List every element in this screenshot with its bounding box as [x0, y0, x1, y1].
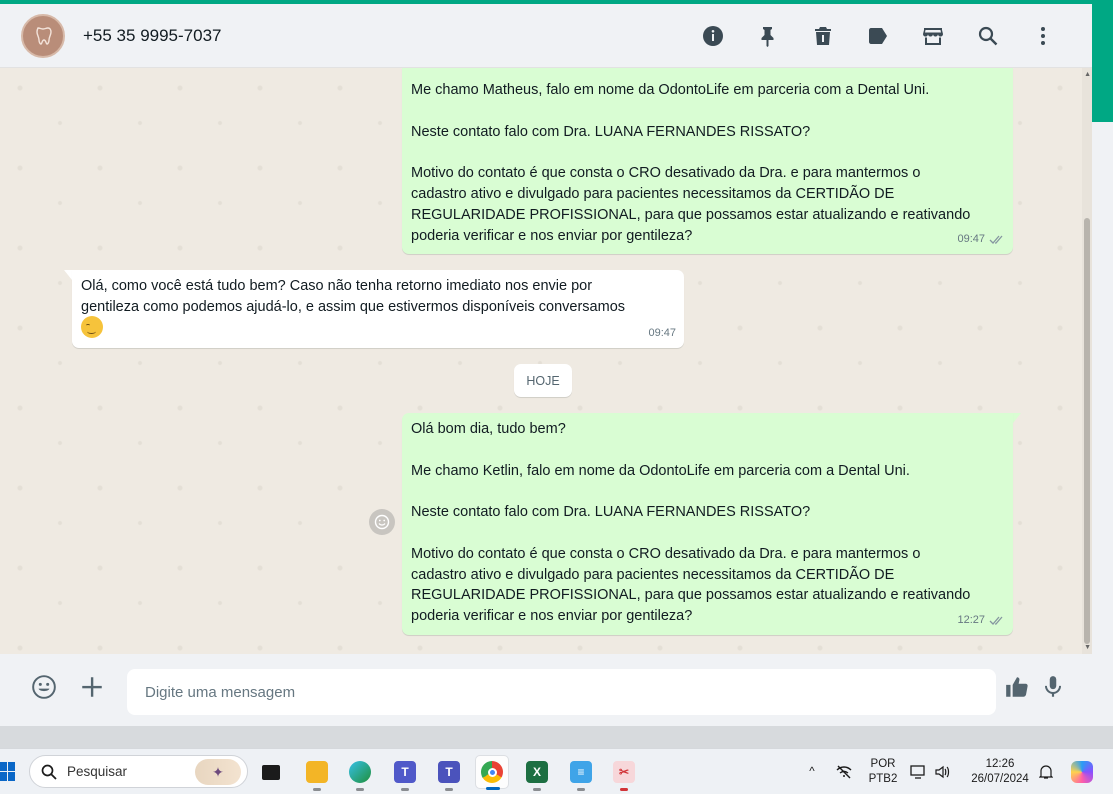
show-hidden-icons-chevron[interactable]: ^ — [802, 749, 822, 794]
attach-plus-icon[interactable] — [77, 672, 107, 702]
message-meta: 12:27 — [957, 610, 1005, 631]
microphone-icon[interactable] — [1038, 672, 1068, 702]
notepad-icon: ≡ — [570, 761, 592, 783]
message-outgoing[interactable]: Me chamo Matheus, falo em nome da Odonto… — [402, 68, 1013, 254]
whatsapp-conversation-panel: +55 35 9995-7037 Me chamo Matheus, falo … — [0, 4, 1092, 726]
taskbar-search-label: Pesquisar — [67, 764, 128, 779]
snipping-tool-app[interactable]: ✂ — [607, 755, 641, 791]
notepad-app[interactable]: ≡ — [564, 755, 598, 791]
copilot-icon[interactable] — [1066, 749, 1098, 794]
task-view-app[interactable] — [254, 755, 288, 789]
message-line: poderia verificar e nos enviar por genti… — [411, 227, 693, 244]
clock[interactable]: 12:26 26/07/2024 — [964, 749, 1036, 794]
smiley-icon — [374, 514, 390, 530]
label-icon[interactable] — [850, 16, 905, 56]
edge-icon — [349, 761, 371, 783]
message-composer — [0, 654, 1092, 726]
teams-new-icon: T — [438, 761, 460, 783]
teams-new-app[interactable]: T — [432, 755, 466, 791]
display-icon[interactable] — [908, 749, 930, 794]
scroll-thumb[interactable] — [1084, 218, 1090, 644]
message-line: Motivo do contato é que consta o CRO des… — [411, 165, 921, 182]
double-check-icon — [989, 235, 1003, 245]
message-line: REGULARIDADE PROFISSIONAL, para que poss… — [411, 587, 971, 604]
header-actions — [685, 4, 1070, 68]
network-offline-icon[interactable] — [832, 749, 856, 794]
search-highlight-icon: ✦ — [195, 759, 241, 785]
clock-date: 26/07/2024 — [971, 773, 1029, 785]
language-top: POR — [870, 758, 896, 770]
info-icon[interactable] — [685, 16, 740, 56]
message-time: 09:47 — [648, 327, 676, 340]
delete-icon[interactable] — [795, 16, 850, 56]
file-explorer-app[interactable] — [300, 755, 334, 791]
day-divider: HOJE — [514, 364, 572, 397]
search-icon[interactable] — [960, 16, 1015, 56]
message-meta: 09:47 — [648, 323, 676, 344]
message-line: Me chamo Ketlin, falo em nome da OdontoL… — [411, 462, 910, 479]
teams-icon: T — [394, 761, 416, 783]
edge-app[interactable] — [343, 755, 377, 791]
chat-header: +55 35 9995-7037 — [0, 4, 1092, 68]
react-emoji-button[interactable] — [369, 509, 395, 535]
message-line: Olá, como você está tudo bem? Caso não t… — [81, 278, 593, 294]
emoji-icon[interactable] — [29, 672, 59, 702]
excel-app[interactable]: X — [520, 755, 554, 791]
message-line: gentileza como podemos ajudá-lo, e assim… — [81, 298, 626, 315]
contact-avatar[interactable] — [21, 13, 65, 58]
language-bottom: PTB2 — [868, 773, 898, 785]
message-line: poderia verificar e nos enviar por genti… — [411, 608, 693, 625]
message-incoming[interactable]: Olá, como você está tudo bem? Caso não t… — [72, 270, 684, 348]
double-check-icon — [989, 616, 1003, 626]
message-time: 09:47 — [957, 233, 985, 246]
volume-icon[interactable] — [932, 749, 954, 794]
window-side-panel — [1091, 122, 1113, 748]
thumbs-up-icon[interactable] — [1002, 672, 1032, 702]
message-time: 12:27 — [957, 614, 985, 627]
window-bottom-edge — [0, 726, 1113, 748]
snipping-tool-icon: ✂ — [613, 761, 635, 783]
scroll-down-arrow[interactable]: ▼ — [1084, 644, 1091, 651]
teams-app[interactable]: T — [388, 755, 422, 791]
message-line: REGULARIDADE PROFISSIONAL, para que poss… — [411, 206, 971, 223]
excel-icon: X — [526, 761, 548, 783]
message-input[interactable] — [127, 669, 996, 715]
message-line: Me chamo Matheus, falo em nome da Odonto… — [411, 82, 930, 98]
folder-icon — [306, 761, 328, 783]
taskbar-search[interactable]: Pesquisar ✦ — [29, 755, 248, 788]
pin-icon[interactable] — [740, 16, 795, 56]
search-icon — [41, 764, 57, 780]
message-line: Neste contato falo com Dra. LUANA FERNAN… — [411, 123, 811, 140]
chat-scrollbar[interactable]: ▲ ▼ — [1082, 68, 1092, 654]
message-list[interactable]: Me chamo Matheus, falo em nome da Odonto… — [0, 68, 1092, 654]
message-line: Neste contato falo com Dra. LUANA FERNAN… — [411, 504, 811, 521]
message-outgoing[interactable]: Olá bom dia, tudo bem? Me chamo Ketlin, … — [402, 413, 1013, 635]
message-line: cadastro ativo e divulgado para paciente… — [411, 185, 895, 202]
tooth-logo-icon — [36, 26, 52, 45]
message-line: cadastro ativo e divulgado para paciente… — [411, 566, 895, 583]
language-indicator[interactable]: POR PTB2 — [864, 749, 902, 794]
relieved-face-emoji — [81, 315, 103, 338]
notification-bell-icon[interactable] — [1036, 749, 1056, 794]
window-accent-right — [1091, 0, 1113, 122]
catalog-store-icon[interactable] — [905, 16, 960, 56]
message-meta: 09:47 — [957, 229, 1005, 250]
chrome-app[interactable] — [475, 755, 509, 790]
message-input-wrapper — [127, 669, 996, 715]
windows-start-icon[interactable] — [0, 762, 16, 782]
task-view-icon — [262, 764, 280, 780]
contact-name[interactable]: +55 35 9995-7037 — [83, 26, 222, 46]
message-line: Motivo do contato é que consta o CRO des… — [411, 545, 921, 562]
windows-taskbar: Pesquisar ✦ T T X ≡ ✂ ^ POR PTB2 12:26 2… — [0, 748, 1113, 794]
chrome-icon — [481, 761, 503, 783]
message-line: Olá bom dia, tudo bem? — [411, 421, 566, 437]
clock-time: 12:26 — [985, 758, 1015, 770]
bubble-tail — [1013, 413, 1021, 423]
bubble-tail — [64, 270, 72, 280]
scroll-up-arrow[interactable]: ▲ — [1084, 71, 1091, 78]
menu-icon[interactable] — [1015, 16, 1070, 56]
